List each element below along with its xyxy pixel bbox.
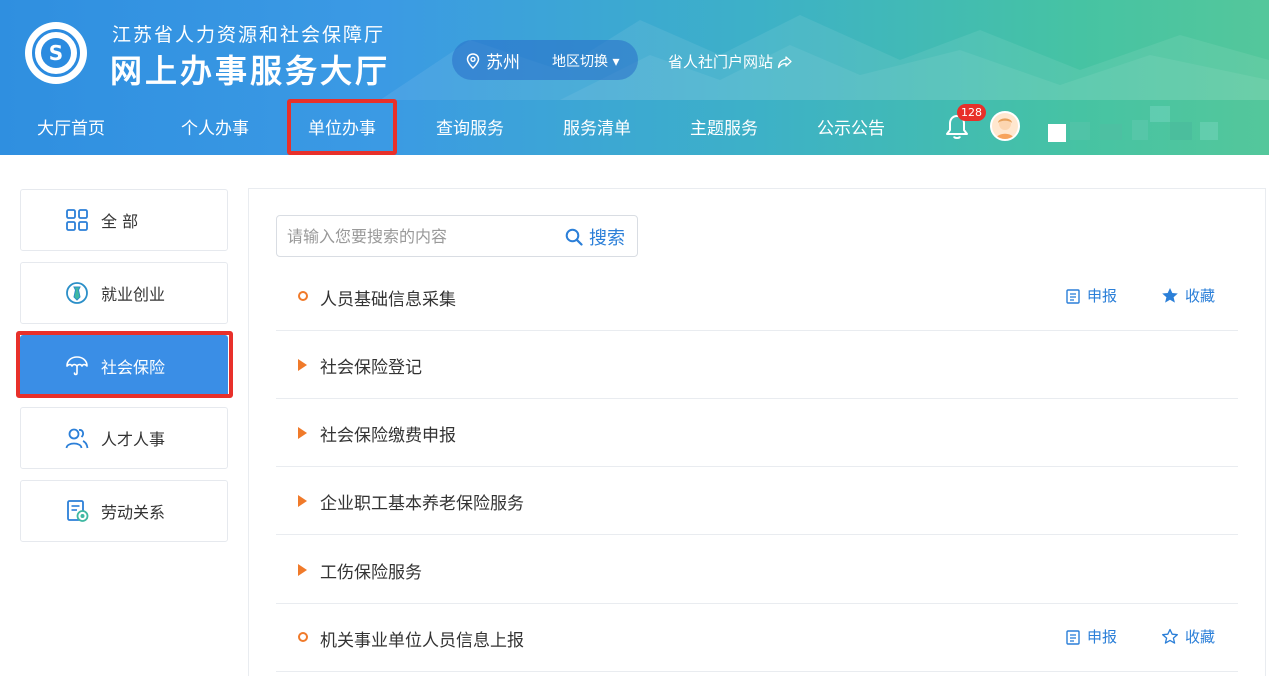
search-button-label: 搜索: [589, 228, 625, 249]
sidebar-item-label: 劳动关系: [101, 503, 166, 522]
grid-icon: [66, 209, 88, 231]
sidebar-item-label: 就业创业: [101, 285, 166, 304]
list-item-label: 企业职工基本养老保险服务: [320, 494, 524, 514]
report-icon: [1066, 288, 1080, 304]
list-item[interactable]: 社会保险登记: [276, 331, 1238, 399]
nav-service-list[interactable]: 服务清单: [563, 114, 631, 139]
expand-triangle-icon: [298, 359, 307, 371]
search-input[interactable]: [287, 225, 537, 247]
people-icon: [65, 428, 89, 449]
sidebar-item-employment[interactable]: 就业创业: [20, 262, 228, 324]
list-item-label: 工伤保险服务: [320, 563, 422, 583]
org-name: 江苏省人力资源和社会保障厅: [112, 24, 386, 46]
contract-icon: [67, 500, 89, 522]
logo-s-icon: S: [41, 38, 71, 68]
list-item-label: 机关事业单位人员信息上报: [320, 631, 524, 651]
favorite-label: 收藏: [1185, 287, 1216, 305]
nav-personal[interactable]: 个人办事: [181, 114, 249, 139]
favorite-button[interactable]: 收藏: [1161, 626, 1215, 647]
report-button[interactable]: 申报: [1065, 285, 1117, 306]
favorite-button[interactable]: 收藏: [1161, 285, 1215, 306]
notification-badge: 128: [957, 104, 986, 121]
star-outline-icon: [1162, 628, 1178, 644]
expand-triangle-icon: [298, 495, 307, 507]
list-item-label: 人员基础信息采集: [320, 290, 456, 310]
list-item-label: 社会保险缴费申报: [320, 426, 456, 446]
bullet-dot-icon: [298, 632, 308, 642]
report-icon: [1066, 629, 1080, 645]
bullet-dot-icon: [298, 291, 308, 301]
report-label: 申报: [1087, 287, 1118, 305]
region-switch[interactable]: 地区切换 ▾: [552, 51, 619, 71]
list-item[interactable]: 人员基础信息采集 申报 收藏: [276, 263, 1238, 331]
current-city[interactable]: 苏州: [466, 48, 520, 73]
nav-announcements[interactable]: 公示公告: [817, 114, 885, 139]
sidebar-item-talent[interactable]: 人才人事: [20, 407, 228, 469]
search-button[interactable]: 搜索: [565, 224, 625, 250]
nav-highlight-box: [287, 99, 397, 155]
location-pin-icon: [466, 52, 480, 69]
username-mosaic: [1048, 106, 1218, 142]
star-filled-icon: [1162, 288, 1178, 303]
user-avatar[interactable]: [990, 111, 1020, 141]
logo-ring: S: [32, 29, 80, 77]
list-item-label: 社会保险登记: [320, 358, 422, 378]
sidebar-item-all[interactable]: 全 部: [20, 189, 228, 251]
portal-link-label: 省人社门户网站: [668, 53, 774, 71]
report-button[interactable]: 申报: [1065, 626, 1117, 647]
nav-query[interactable]: 查询服务: [436, 114, 504, 139]
expand-triangle-icon: [298, 427, 307, 439]
hall-name: 网上办事服务大厅: [110, 52, 391, 90]
nav-home[interactable]: 大厅首页: [37, 114, 105, 139]
city-name: 苏州: [486, 53, 520, 73]
sidebar-item-label: 全 部: [101, 212, 139, 231]
search-icon: [565, 228, 583, 246]
list-item[interactable]: 社会保险缴费申报: [276, 399, 1238, 467]
share-arrow-icon: [777, 55, 792, 68]
nav-theme[interactable]: 主题服务: [690, 114, 758, 139]
report-label: 申报: [1087, 628, 1118, 646]
hrss-logo[interactable]: S: [25, 22, 87, 84]
tie-icon: [66, 282, 88, 304]
sidebar-highlight-box: [16, 331, 233, 398]
list-item[interactable]: 企业职工基本养老保险服务: [276, 467, 1238, 535]
sidebar-item-labor-relations[interactable]: 劳动关系: [20, 480, 228, 542]
sidebar-item-label: 人才人事: [101, 430, 166, 449]
list-item[interactable]: 机关事业单位人员信息上报 申报 收藏: [276, 604, 1238, 672]
avatar-face-icon: [996, 118, 1014, 139]
favorite-label: 收藏: [1185, 628, 1216, 646]
expand-triangle-icon: [298, 564, 307, 576]
list-item[interactable]: 工伤保险服务: [276, 536, 1238, 604]
portal-link[interactable]: 省人社门户网站: [668, 51, 793, 72]
